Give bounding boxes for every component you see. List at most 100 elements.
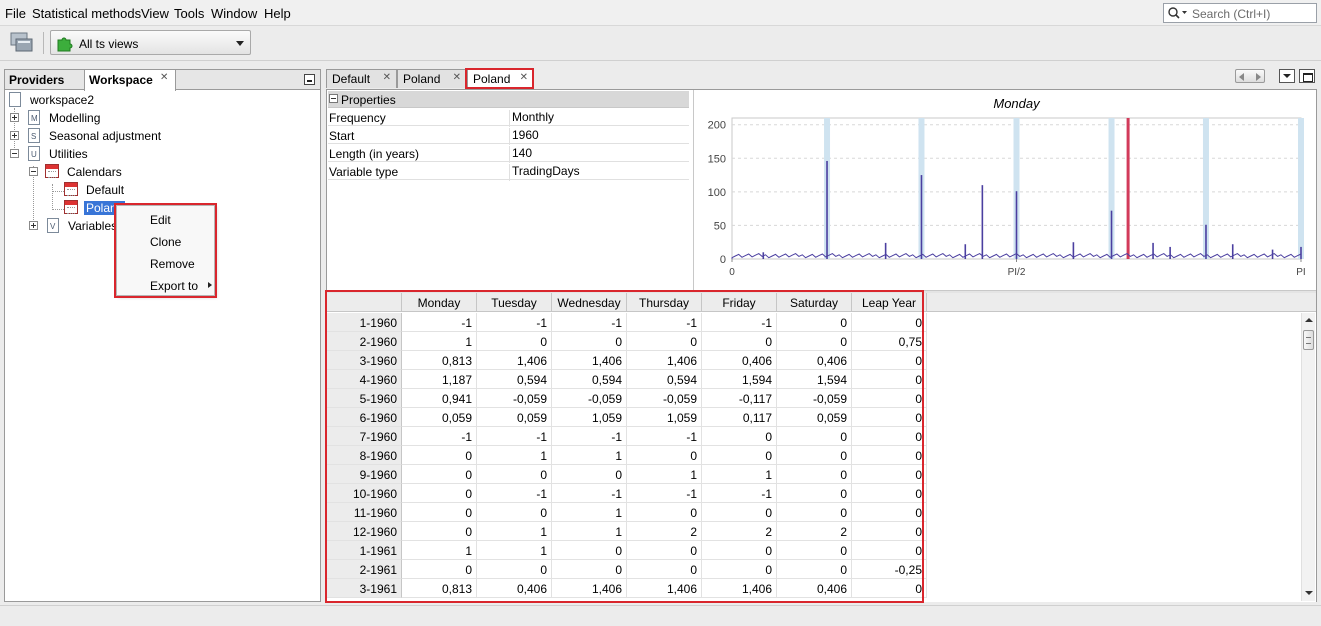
collapse-icon[interactable] [329,94,338,103]
table-cell[interactable]: 0,406 [477,579,552,598]
table-cell[interactable]: 0,594 [627,370,702,389]
table-cell[interactable]: 0 [777,313,852,332]
table-row[interactable]: 7-1960 -1 -1 -1 -1 0 0 0 [327,427,927,446]
scroll-thumb[interactable] [1303,330,1314,350]
table-cell[interactable]: -1 [402,427,477,446]
table-cell[interactable]: 0 [852,370,927,389]
table-cell[interactable]: -0,059 [627,389,702,408]
table-cell[interactable]: 1,406 [702,579,777,598]
table-cell[interactable]: 1 [477,446,552,465]
ts-views-combo[interactable]: All ts views [50,30,251,55]
table-cell[interactable]: 1 [477,522,552,541]
table-cell[interactable]: -1 [477,427,552,446]
table-cell[interactable]: 0 [402,560,477,579]
tab-providers[interactable]: Providers [5,70,83,90]
table-cell[interactable]: 0 [627,446,702,465]
property-variable-type[interactable]: Variable type TradingDays [328,162,689,181]
scroll-down-icon[interactable] [1305,591,1313,595]
tab-default[interactable]: Default ✕ [326,69,397,88]
table-cell[interactable]: 2 [627,522,702,541]
tab-workspace[interactable]: Workspace ✕ [84,70,176,91]
table-cell[interactable]: -0,059 [477,389,552,408]
column-header[interactable]: Monday [402,293,477,312]
property-length[interactable]: Length (in years) 140 [328,144,689,163]
table-cell[interactable]: 0 [777,503,852,522]
table-cell[interactable]: 1 [477,541,552,560]
table-cell[interactable]: 0 [852,351,927,370]
tab-list-dropdown[interactable] [1279,69,1295,83]
table-cell[interactable]: 1,406 [627,351,702,370]
table-cell[interactable]: 0 [777,541,852,560]
table-cell[interactable]: 0 [702,427,777,446]
table-cell[interactable]: 0,813 [402,351,477,370]
table-cell[interactable]: 1 [702,465,777,484]
table-row[interactable]: 1-1961 1 1 0 0 0 0 0 [327,541,927,560]
table-cell[interactable]: 0 [477,332,552,351]
table-cell[interactable]: -1 [702,484,777,503]
column-header[interactable]: Tuesday [477,293,552,312]
tree-node-modelling[interactable]: M Modelling [7,109,207,127]
table-row[interactable]: 12-1960 0 1 1 2 2 2 0 [327,522,927,541]
table-cell[interactable]: 0 [777,484,852,503]
table-cell[interactable]: 0 [777,446,852,465]
ts-window-icon[interactable] [8,30,36,56]
table-cell[interactable]: 0 [702,446,777,465]
table-cell[interactable]: 1,406 [477,351,552,370]
table-cell[interactable]: 0 [852,427,927,446]
table-cell[interactable]: 0,406 [777,351,852,370]
table-cell[interactable]: -1 [402,313,477,332]
context-menu-remove[interactable]: Remove [150,257,195,271]
menu-statistical-methods[interactable]: Statistical methods [32,6,141,21]
close-icon[interactable]: ✕ [383,72,391,83]
table-cell[interactable]: 0 [402,503,477,522]
menu-view[interactable]: View [141,6,169,21]
tab-poland[interactable]: Poland ✕ [397,69,467,88]
properties-header[interactable]: Properties [328,91,689,108]
table-cell[interactable]: 0 [702,541,777,560]
table-cell[interactable]: 1,406 [552,579,627,598]
close-icon[interactable]: ✕ [160,72,168,83]
menu-file[interactable]: File [5,6,26,21]
expand-icon[interactable] [10,131,19,140]
table-cell[interactable]: -0,25 [852,560,927,579]
tree-node-calendars[interactable]: Calendars [26,163,226,181]
table-cell[interactable]: 1,594 [777,370,852,389]
table-cell[interactable]: 0,941 [402,389,477,408]
search-icon[interactable] [1167,6,1189,20]
table-cell[interactable]: 0 [702,560,777,579]
table-cell[interactable]: 0 [402,465,477,484]
table-cell[interactable]: 1,059 [627,408,702,427]
column-header[interactable]: Wednesday [552,293,627,312]
table-cell[interactable]: 0,594 [552,370,627,389]
table-cell[interactable]: 0,813 [402,579,477,598]
table-cell[interactable]: 0 [777,427,852,446]
menu-help[interactable]: Help [264,6,291,21]
table-cell[interactable]: 0 [627,503,702,522]
minimize-icon[interactable] [304,74,315,85]
table-cell[interactable]: 0 [852,313,927,332]
collapse-icon[interactable] [10,149,19,158]
table-cell[interactable]: 0 [702,332,777,351]
table-cell[interactable]: 0 [402,522,477,541]
collapse-icon[interactable] [29,167,38,176]
table-cell[interactable]: -1 [627,313,702,332]
tree-node-workspace[interactable]: workspace2 [7,91,207,109]
table-row[interactable]: 6-1960 0,059 0,059 1,059 1,059 0,117 0,059 0 [327,408,927,427]
table-cell[interactable]: -1 [627,484,702,503]
table-cell[interactable]: 1 [402,541,477,560]
table-cell[interactable]: 0 [552,465,627,484]
menu-window[interactable]: Window [211,6,257,21]
table-cell[interactable]: 1,406 [627,579,702,598]
table-cell[interactable]: 0 [852,503,927,522]
table-cell[interactable]: 0 [627,560,702,579]
expand-icon[interactable] [10,113,19,122]
table-cell[interactable]: 0 [477,465,552,484]
table-row[interactable]: 5-1960 0,941 -0,059 -0,059 -0,059 -0,117 -0,05… [327,389,927,408]
table-cell[interactable]: 0,594 [477,370,552,389]
property-frequency[interactable]: Frequency Monthly [328,108,689,127]
table-cell[interactable]: 0 [402,484,477,503]
table-cell[interactable]: 1 [552,503,627,522]
maximize-icon[interactable] [1299,69,1315,83]
table-cell[interactable]: 0 [627,541,702,560]
table-cell[interactable]: 0 [552,541,627,560]
